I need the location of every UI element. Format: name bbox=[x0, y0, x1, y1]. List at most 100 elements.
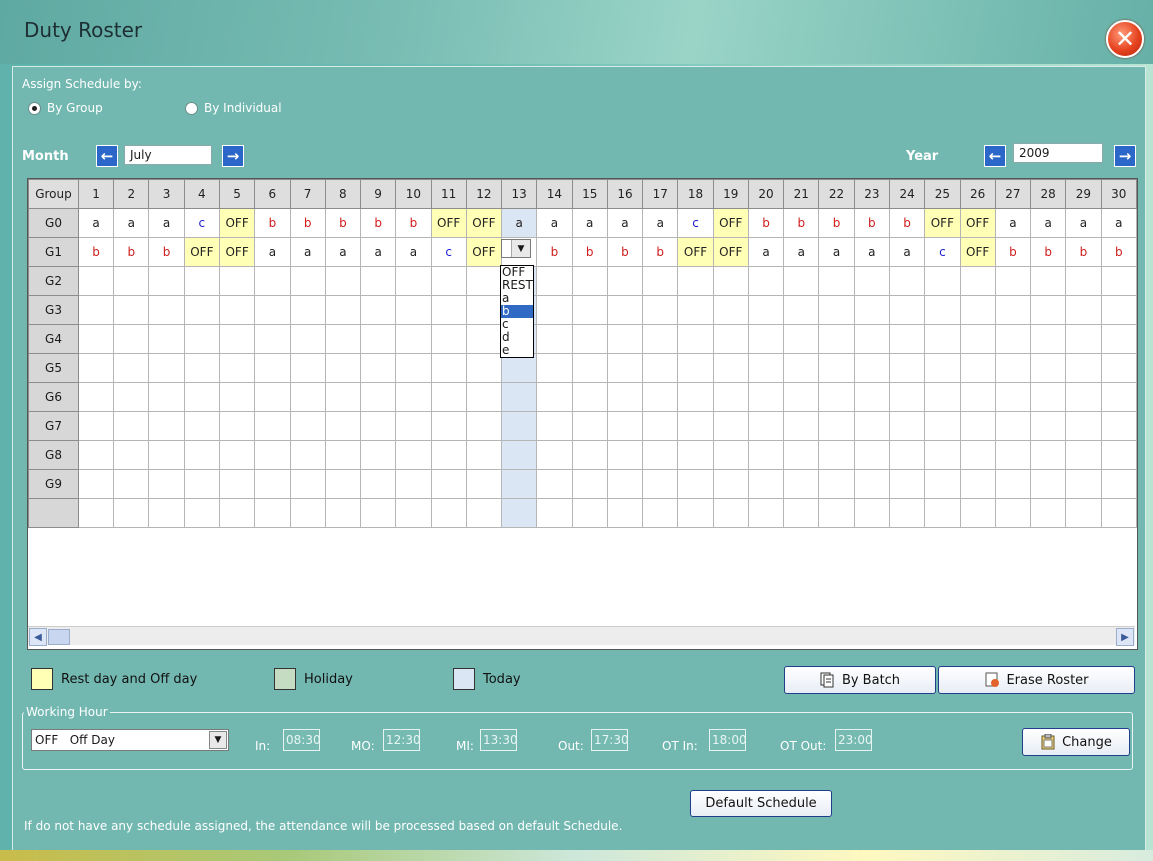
schedule-cell[interactable] bbox=[924, 440, 961, 470]
schedule-cell[interactable] bbox=[1065, 382, 1102, 412]
schedule-cell[interactable] bbox=[888, 295, 926, 325]
schedule-cell[interactable]: b bbox=[818, 208, 855, 238]
schedule-cell[interactable]: OFF bbox=[218, 237, 256, 267]
schedule-cell[interactable]: b bbox=[536, 237, 573, 267]
schedule-cell[interactable] bbox=[395, 469, 432, 499]
schedule-cell[interactable] bbox=[712, 353, 749, 383]
schedule-cell[interactable] bbox=[571, 440, 608, 470]
schedule-cell[interactable]: a bbox=[501, 208, 538, 238]
schedule-cell[interactable] bbox=[712, 469, 749, 499]
schedule-cell[interactable] bbox=[818, 498, 855, 528]
schedule-cell[interactable] bbox=[183, 382, 220, 412]
schedule-cell[interactable] bbox=[289, 498, 326, 528]
schedule-cell[interactable] bbox=[818, 411, 855, 441]
schedule-cell[interactable] bbox=[747, 295, 785, 325]
dropdown-option[interactable]: REST bbox=[501, 279, 533, 292]
schedule-cell[interactable]: OFF bbox=[183, 237, 220, 267]
dropdown-option[interactable]: b bbox=[501, 305, 533, 318]
schedule-cell[interactable] bbox=[853, 266, 890, 296]
schedule-cell[interactable] bbox=[148, 324, 185, 354]
group-cell[interactable]: G9 bbox=[28, 469, 79, 499]
schedule-cell[interactable] bbox=[924, 411, 961, 441]
schedule-cell[interactable]: a bbox=[994, 208, 1032, 238]
schedule-cell[interactable] bbox=[712, 411, 749, 441]
schedule-cell[interactable] bbox=[1065, 353, 1102, 383]
schedule-cell[interactable] bbox=[77, 498, 115, 528]
schedule-cell[interactable] bbox=[395, 324, 432, 354]
schedule-cell[interactable] bbox=[183, 266, 220, 296]
schedule-cell[interactable] bbox=[183, 353, 220, 383]
schedule-cell[interactable] bbox=[888, 469, 926, 499]
change-button[interactable]: Change bbox=[1022, 728, 1130, 756]
schedule-cell[interactable] bbox=[818, 295, 855, 325]
schedule-cell[interactable] bbox=[183, 295, 220, 325]
schedule-cell[interactable] bbox=[677, 498, 714, 528]
schedule-cell[interactable] bbox=[1030, 440, 1067, 470]
schedule-cell[interactable] bbox=[888, 324, 926, 354]
shift-select[interactable]: OFF Off Day ▼ bbox=[31, 729, 229, 751]
schedule-cell[interactable] bbox=[289, 469, 326, 499]
schedule-cell[interactable] bbox=[395, 411, 432, 441]
schedule-cell[interactable] bbox=[324, 353, 362, 383]
schedule-cell[interactable] bbox=[677, 324, 714, 354]
schedule-cell[interactable] bbox=[77, 440, 115, 470]
schedule-cell[interactable] bbox=[1030, 266, 1067, 296]
schedule-cell[interactable] bbox=[359, 353, 397, 383]
schedule-cell[interactable] bbox=[183, 469, 220, 499]
schedule-cell[interactable] bbox=[1100, 324, 1137, 354]
schedule-cell[interactable] bbox=[606, 353, 644, 383]
schedule-cell[interactable] bbox=[359, 324, 397, 354]
group-cell[interactable]: G1 bbox=[28, 237, 79, 267]
ot-out-field[interactable]: 23:00 bbox=[835, 729, 873, 751]
schedule-cell[interactable] bbox=[501, 498, 538, 528]
schedule-cell[interactable] bbox=[183, 324, 220, 354]
schedule-cell[interactable]: a bbox=[395, 237, 432, 267]
schedule-cell[interactable] bbox=[606, 440, 644, 470]
schedule-cell[interactable]: b bbox=[747, 208, 785, 238]
schedule-cell[interactable]: a bbox=[642, 208, 679, 238]
schedule-cell[interactable]: b bbox=[395, 208, 432, 238]
schedule-cell[interactable] bbox=[1030, 382, 1067, 412]
schedule-cell[interactable]: OFF bbox=[465, 208, 503, 238]
group-cell[interactable]: G6 bbox=[28, 382, 79, 412]
erase-roster-button[interactable]: Erase Roster bbox=[938, 666, 1135, 694]
schedule-cell[interactable] bbox=[430, 324, 467, 354]
schedule-cell[interactable] bbox=[113, 353, 150, 383]
schedule-cell[interactable] bbox=[254, 498, 291, 528]
group-cell[interactable]: G5 bbox=[28, 353, 79, 383]
schedule-cell[interactable] bbox=[853, 382, 890, 412]
schedule-cell[interactable] bbox=[959, 411, 996, 441]
schedule-cell[interactable] bbox=[536, 469, 573, 499]
schedule-cell[interactable]: OFF bbox=[218, 208, 256, 238]
schedule-cell[interactable] bbox=[994, 411, 1032, 441]
schedule-cell[interactable] bbox=[183, 411, 220, 441]
schedule-cell[interactable] bbox=[289, 411, 326, 441]
schedule-cell[interactable]: a bbox=[888, 237, 926, 267]
dropdown-option[interactable]: a bbox=[501, 292, 533, 305]
schedule-cell[interactable] bbox=[677, 469, 714, 499]
schedule-cell[interactable]: c bbox=[924, 237, 961, 267]
schedule-cell[interactable] bbox=[465, 498, 503, 528]
schedule-cell[interactable] bbox=[818, 324, 855, 354]
schedule-cell[interactable] bbox=[113, 324, 150, 354]
schedule-cell[interactable] bbox=[148, 295, 185, 325]
schedule-cell[interactable]: OFF bbox=[924, 208, 961, 238]
schedule-cell[interactable]: b bbox=[113, 237, 150, 267]
group-cell[interactable]: G7 bbox=[28, 411, 79, 441]
schedule-cell[interactable] bbox=[465, 440, 503, 470]
schedule-cell[interactable] bbox=[783, 266, 820, 296]
schedule-cell[interactable] bbox=[254, 353, 291, 383]
schedule-cell[interactable] bbox=[853, 324, 890, 354]
schedule-cell[interactable] bbox=[642, 266, 679, 296]
schedule-cell[interactable] bbox=[113, 411, 150, 441]
schedule-cell[interactable] bbox=[747, 498, 785, 528]
schedule-cell[interactable] bbox=[783, 382, 820, 412]
schedule-cell[interactable] bbox=[783, 324, 820, 354]
schedule-cell[interactable]: b bbox=[324, 208, 362, 238]
schedule-cell[interactable]: b bbox=[254, 208, 291, 238]
schedule-cell[interactable] bbox=[818, 266, 855, 296]
schedule-cell[interactable] bbox=[183, 440, 220, 470]
schedule-cell[interactable] bbox=[218, 295, 256, 325]
schedule-cell[interactable] bbox=[465, 382, 503, 412]
schedule-cell[interactable] bbox=[324, 498, 362, 528]
